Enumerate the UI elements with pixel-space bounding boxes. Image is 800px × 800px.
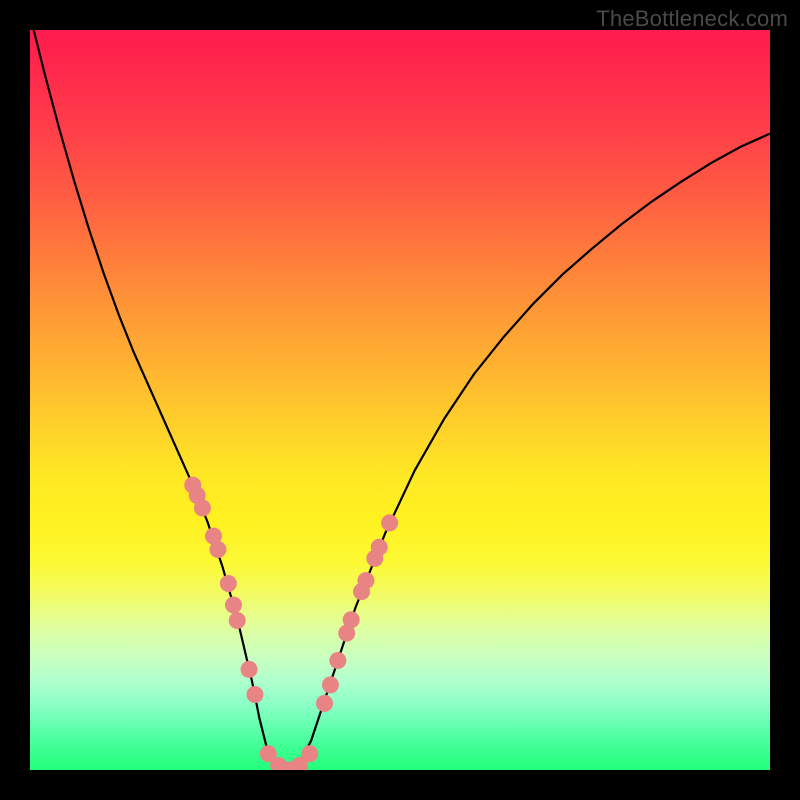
data-marker	[220, 575, 237, 592]
data-marker	[194, 500, 211, 517]
data-marker	[229, 612, 246, 629]
chart-container: TheBottleneck.com	[0, 0, 800, 800]
data-marker	[246, 686, 263, 703]
curve-layer	[30, 30, 770, 770]
data-marker	[381, 514, 398, 531]
data-marker	[316, 695, 333, 712]
data-marker	[301, 745, 318, 762]
data-marker	[371, 539, 388, 556]
watermark-text: TheBottleneck.com	[596, 6, 788, 32]
data-marker	[209, 541, 226, 558]
data-marker	[225, 596, 242, 613]
data-marker	[343, 611, 360, 628]
plot-area	[30, 30, 770, 770]
data-marker	[241, 661, 258, 678]
data-marker	[322, 676, 339, 693]
data-marker	[329, 652, 346, 669]
marker-group	[184, 477, 398, 770]
bottleneck-curve	[30, 30, 770, 770]
data-marker	[357, 572, 374, 589]
